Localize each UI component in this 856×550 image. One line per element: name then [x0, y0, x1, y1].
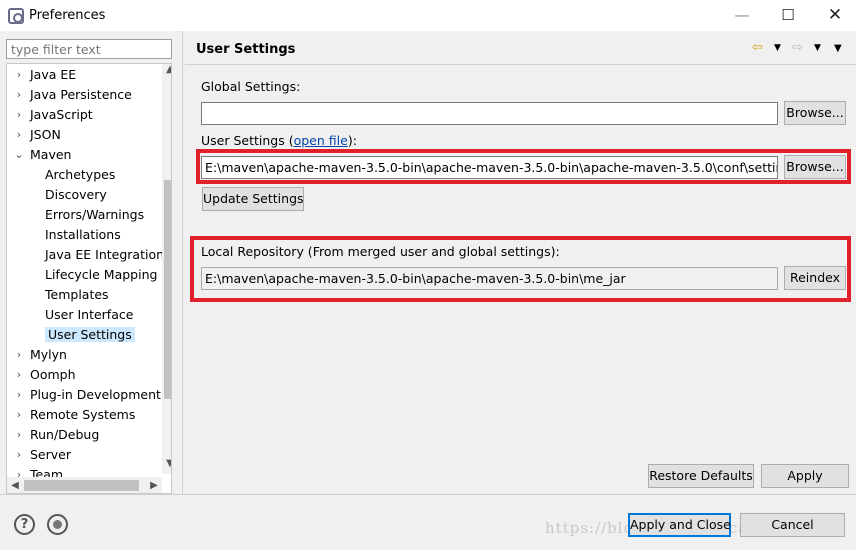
tree-item-label: Run/Debug: [30, 427, 100, 442]
back-menu-chevron-icon[interactable]: ▼: [774, 43, 781, 53]
open-file-link[interactable]: open file: [294, 133, 348, 148]
local-repository-highlight: [190, 236, 851, 302]
tree-item[interactable]: › JSON: [13, 125, 61, 144]
tree-item[interactable]: › Run/Debug: [13, 425, 100, 444]
maximize-button[interactable]: ☐: [768, 4, 808, 26]
tree-item[interactable]: › Remote Systems: [13, 405, 136, 424]
tree-item[interactable]: Errors/Warnings: [45, 205, 144, 224]
tree-item-label: Templates: [45, 287, 109, 302]
tree-item-label: Mylyn: [30, 347, 67, 362]
collapse-arrow-icon[interactable]: ⌄: [13, 145, 25, 164]
tree-item[interactable]: Java EE Integration: [45, 245, 164, 264]
cancel-button[interactable]: Cancel: [740, 513, 845, 537]
tree-item-label: Oomph: [30, 367, 76, 382]
tree-item[interactable]: Templates: [45, 285, 109, 304]
tree-item[interactable]: Discovery: [45, 185, 107, 204]
tree-item[interactable]: Archetypes: [45, 165, 115, 184]
tree-vertical-scrollbar[interactable]: ▲ ▼: [162, 64, 171, 474]
tree-horizontal-scrollbar[interactable]: ◀ ▶: [7, 477, 162, 493]
hscroll-thumb[interactable]: [24, 480, 139, 491]
user-settings-label-suffix: ):: [347, 133, 357, 148]
scroll-thumb[interactable]: [164, 180, 171, 399]
expand-arrow-icon[interactable]: ›: [13, 405, 25, 424]
view-menu-icon[interactable]: ▼: [834, 43, 842, 54]
global-settings-label: Global Settings:: [201, 79, 301, 94]
scroll-right-icon[interactable]: ▶: [146, 477, 162, 493]
tree-item[interactable]: › Mylyn: [13, 345, 67, 364]
apply-button[interactable]: Apply: [761, 464, 849, 488]
user-settings-highlight: [196, 149, 851, 184]
tree-item[interactable]: User Interface: [45, 305, 133, 324]
forward-menu-chevron-icon[interactable]: ▼: [814, 43, 821, 53]
title-bar: Preferences — ☐ ✕: [0, 0, 856, 31]
tree-item[interactable]: › Plug-in Development: [13, 385, 161, 404]
tree-item-label: Errors/Warnings: [45, 207, 145, 222]
expand-arrow-icon[interactable]: ›: [13, 425, 25, 444]
tree-item[interactable]: › JavaScript: [13, 105, 93, 124]
tree-item-label: User Settings: [45, 327, 135, 342]
filter-input[interactable]: [6, 39, 172, 59]
global-browse-button[interactable]: Browse...: [784, 101, 846, 125]
tree-item-label: Java EE Integration: [45, 247, 165, 262]
tree-item-label: Java Persistence: [30, 87, 132, 102]
scroll-up-icon[interactable]: ▲: [162, 64, 171, 80]
expand-arrow-icon[interactable]: ›: [13, 445, 25, 464]
tree-item-label: Discovery: [45, 187, 107, 202]
preference-tree: › Java EE › Java Persistence › JavaScript › JSO…: [6, 63, 172, 494]
scroll-down-icon[interactable]: ▼: [162, 458, 171, 474]
footer-separator: [0, 494, 856, 495]
tree-item[interactable]: Lifecycle Mapping: [45, 265, 157, 284]
tree-item-label: JavaScript: [30, 107, 93, 122]
tree-item-label: Plug-in Development: [30, 387, 161, 402]
scroll-left-icon[interactable]: ◀: [7, 477, 23, 493]
tree-item[interactable]: › Oomph: [13, 365, 76, 384]
expand-arrow-icon[interactable]: ›: [13, 85, 25, 104]
tree-item[interactable]: Installations: [45, 225, 121, 244]
preferences-app-icon: [8, 8, 24, 24]
header-separator: [185, 64, 856, 65]
expand-arrow-icon[interactable]: ›: [13, 385, 25, 404]
apply-and-close-button[interactable]: Apply and Close: [628, 513, 731, 537]
tree-item-label: Remote Systems: [30, 407, 136, 422]
tree-item[interactable]: › Server: [13, 445, 71, 464]
user-settings-label: User Settings (open file):: [201, 133, 357, 148]
window-title: Preferences: [29, 8, 106, 23]
back-arrow-icon[interactable]: ⇦: [752, 40, 763, 55]
close-button[interactable]: ✕: [815, 4, 855, 26]
sash-divider[interactable]: [182, 31, 183, 494]
user-settings-label-text: User Settings (: [201, 133, 294, 148]
page-navigation: ⇦ ▼ ⇨ ▼ ▼: [752, 40, 848, 58]
update-settings-button[interactable]: Update Settings: [202, 187, 304, 211]
tree-item-label: Java EE: [30, 67, 77, 82]
forward-arrow-icon[interactable]: ⇨: [792, 40, 803, 55]
tree-item[interactable]: › Java Persistence: [13, 85, 132, 104]
expand-arrow-icon[interactable]: ›: [13, 125, 25, 144]
help-icon[interactable]: ?: [14, 514, 35, 535]
tree-item-label: Lifecycle Mapping: [45, 267, 158, 282]
tree-item[interactable]: User Settings: [45, 325, 135, 344]
expand-arrow-icon[interactable]: ›: [13, 105, 25, 124]
expand-arrow-icon[interactable]: ›: [13, 345, 25, 364]
expand-arrow-icon[interactable]: ›: [13, 65, 25, 84]
tree-item-label: JSON: [30, 127, 61, 142]
minimize-button[interactable]: —: [722, 4, 762, 26]
tree-item-label: User Interface: [45, 307, 134, 322]
tree-item-label: Installations: [45, 227, 121, 242]
tree-item[interactable]: ⌄ Maven: [13, 145, 71, 164]
expand-arrow-icon[interactable]: ›: [13, 365, 25, 384]
tree-item-label: Server: [30, 447, 71, 462]
restore-defaults-button[interactable]: Restore Defaults: [648, 464, 754, 488]
tree-item[interactable]: › Java EE: [13, 65, 76, 84]
record-icon[interactable]: [47, 514, 68, 535]
global-settings-field[interactable]: [201, 102, 778, 125]
page-title: User Settings: [196, 42, 296, 57]
tree-item-label: Archetypes: [45, 167, 116, 182]
tree-item-label: Maven: [30, 147, 72, 162]
